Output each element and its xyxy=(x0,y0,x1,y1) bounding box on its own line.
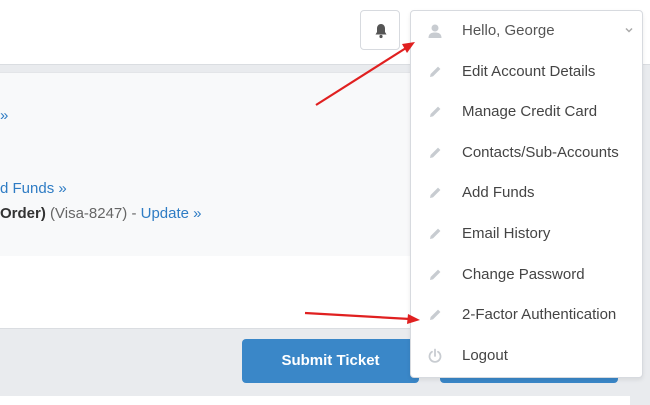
menu-item-label: Logout xyxy=(462,347,508,364)
menu-item-label: Add Funds xyxy=(462,184,535,201)
menu-item-label: Contacts/Sub-Accounts xyxy=(462,144,619,161)
menu-item-email-history[interactable]: Email History xyxy=(411,214,642,254)
pencil-icon xyxy=(430,228,441,239)
account-summary-panel: » d Funds » Order) (Visa-8247) - Update … xyxy=(0,72,432,258)
menu-item-label: Email History xyxy=(462,225,551,242)
content-area xyxy=(0,256,432,329)
panel-link-1[interactable]: » xyxy=(0,107,8,124)
pencil-icon xyxy=(430,309,441,320)
chevron-down-icon xyxy=(625,27,633,33)
user-icon xyxy=(428,24,442,38)
pencil-icon xyxy=(430,66,441,77)
greeting-label: Hello, George xyxy=(462,22,555,39)
card-info: (Visa-8247) - xyxy=(45,205,141,222)
pencil-icon xyxy=(430,147,441,158)
menu-item-contacts[interactable]: Contacts/Sub-Accounts xyxy=(411,133,642,173)
menu-item-label: Change Password xyxy=(462,266,585,283)
notifications-button[interactable] xyxy=(360,10,400,50)
billing-order-label: Order) xyxy=(0,205,46,222)
menu-item-change-password[interactable]: Change Password xyxy=(411,255,642,295)
submit-ticket-button[interactable]: Submit Ticket xyxy=(242,339,419,383)
pencil-icon xyxy=(430,106,441,117)
account-dropdown-menu: Hello, George Edit Account Details Manag… xyxy=(410,10,643,378)
update-card-link[interactable]: Update » xyxy=(141,205,202,222)
menu-item-label: 2-Factor Authentication xyxy=(462,306,617,323)
menu-item-manage-card[interactable]: Manage Credit Card xyxy=(411,92,642,132)
menu-item-label: Manage Credit Card xyxy=(462,103,598,120)
pencil-icon xyxy=(430,269,441,280)
pencil-icon xyxy=(430,187,441,198)
menu-item-2fa[interactable]: 2-Factor Authentication xyxy=(411,295,642,335)
account-menu-toggle[interactable]: Hello, George xyxy=(411,11,642,51)
power-icon xyxy=(428,348,442,363)
add-funds-link[interactable]: d Funds » xyxy=(0,180,67,197)
menu-item-logout[interactable]: Logout xyxy=(411,336,642,376)
menu-item-edit-account[interactable]: Edit Account Details xyxy=(411,52,642,92)
menu-item-label: Edit Account Details xyxy=(462,63,596,80)
menu-item-add-funds[interactable]: Add Funds xyxy=(411,173,642,213)
bell-icon xyxy=(375,24,387,39)
bottom-panel xyxy=(0,396,630,405)
